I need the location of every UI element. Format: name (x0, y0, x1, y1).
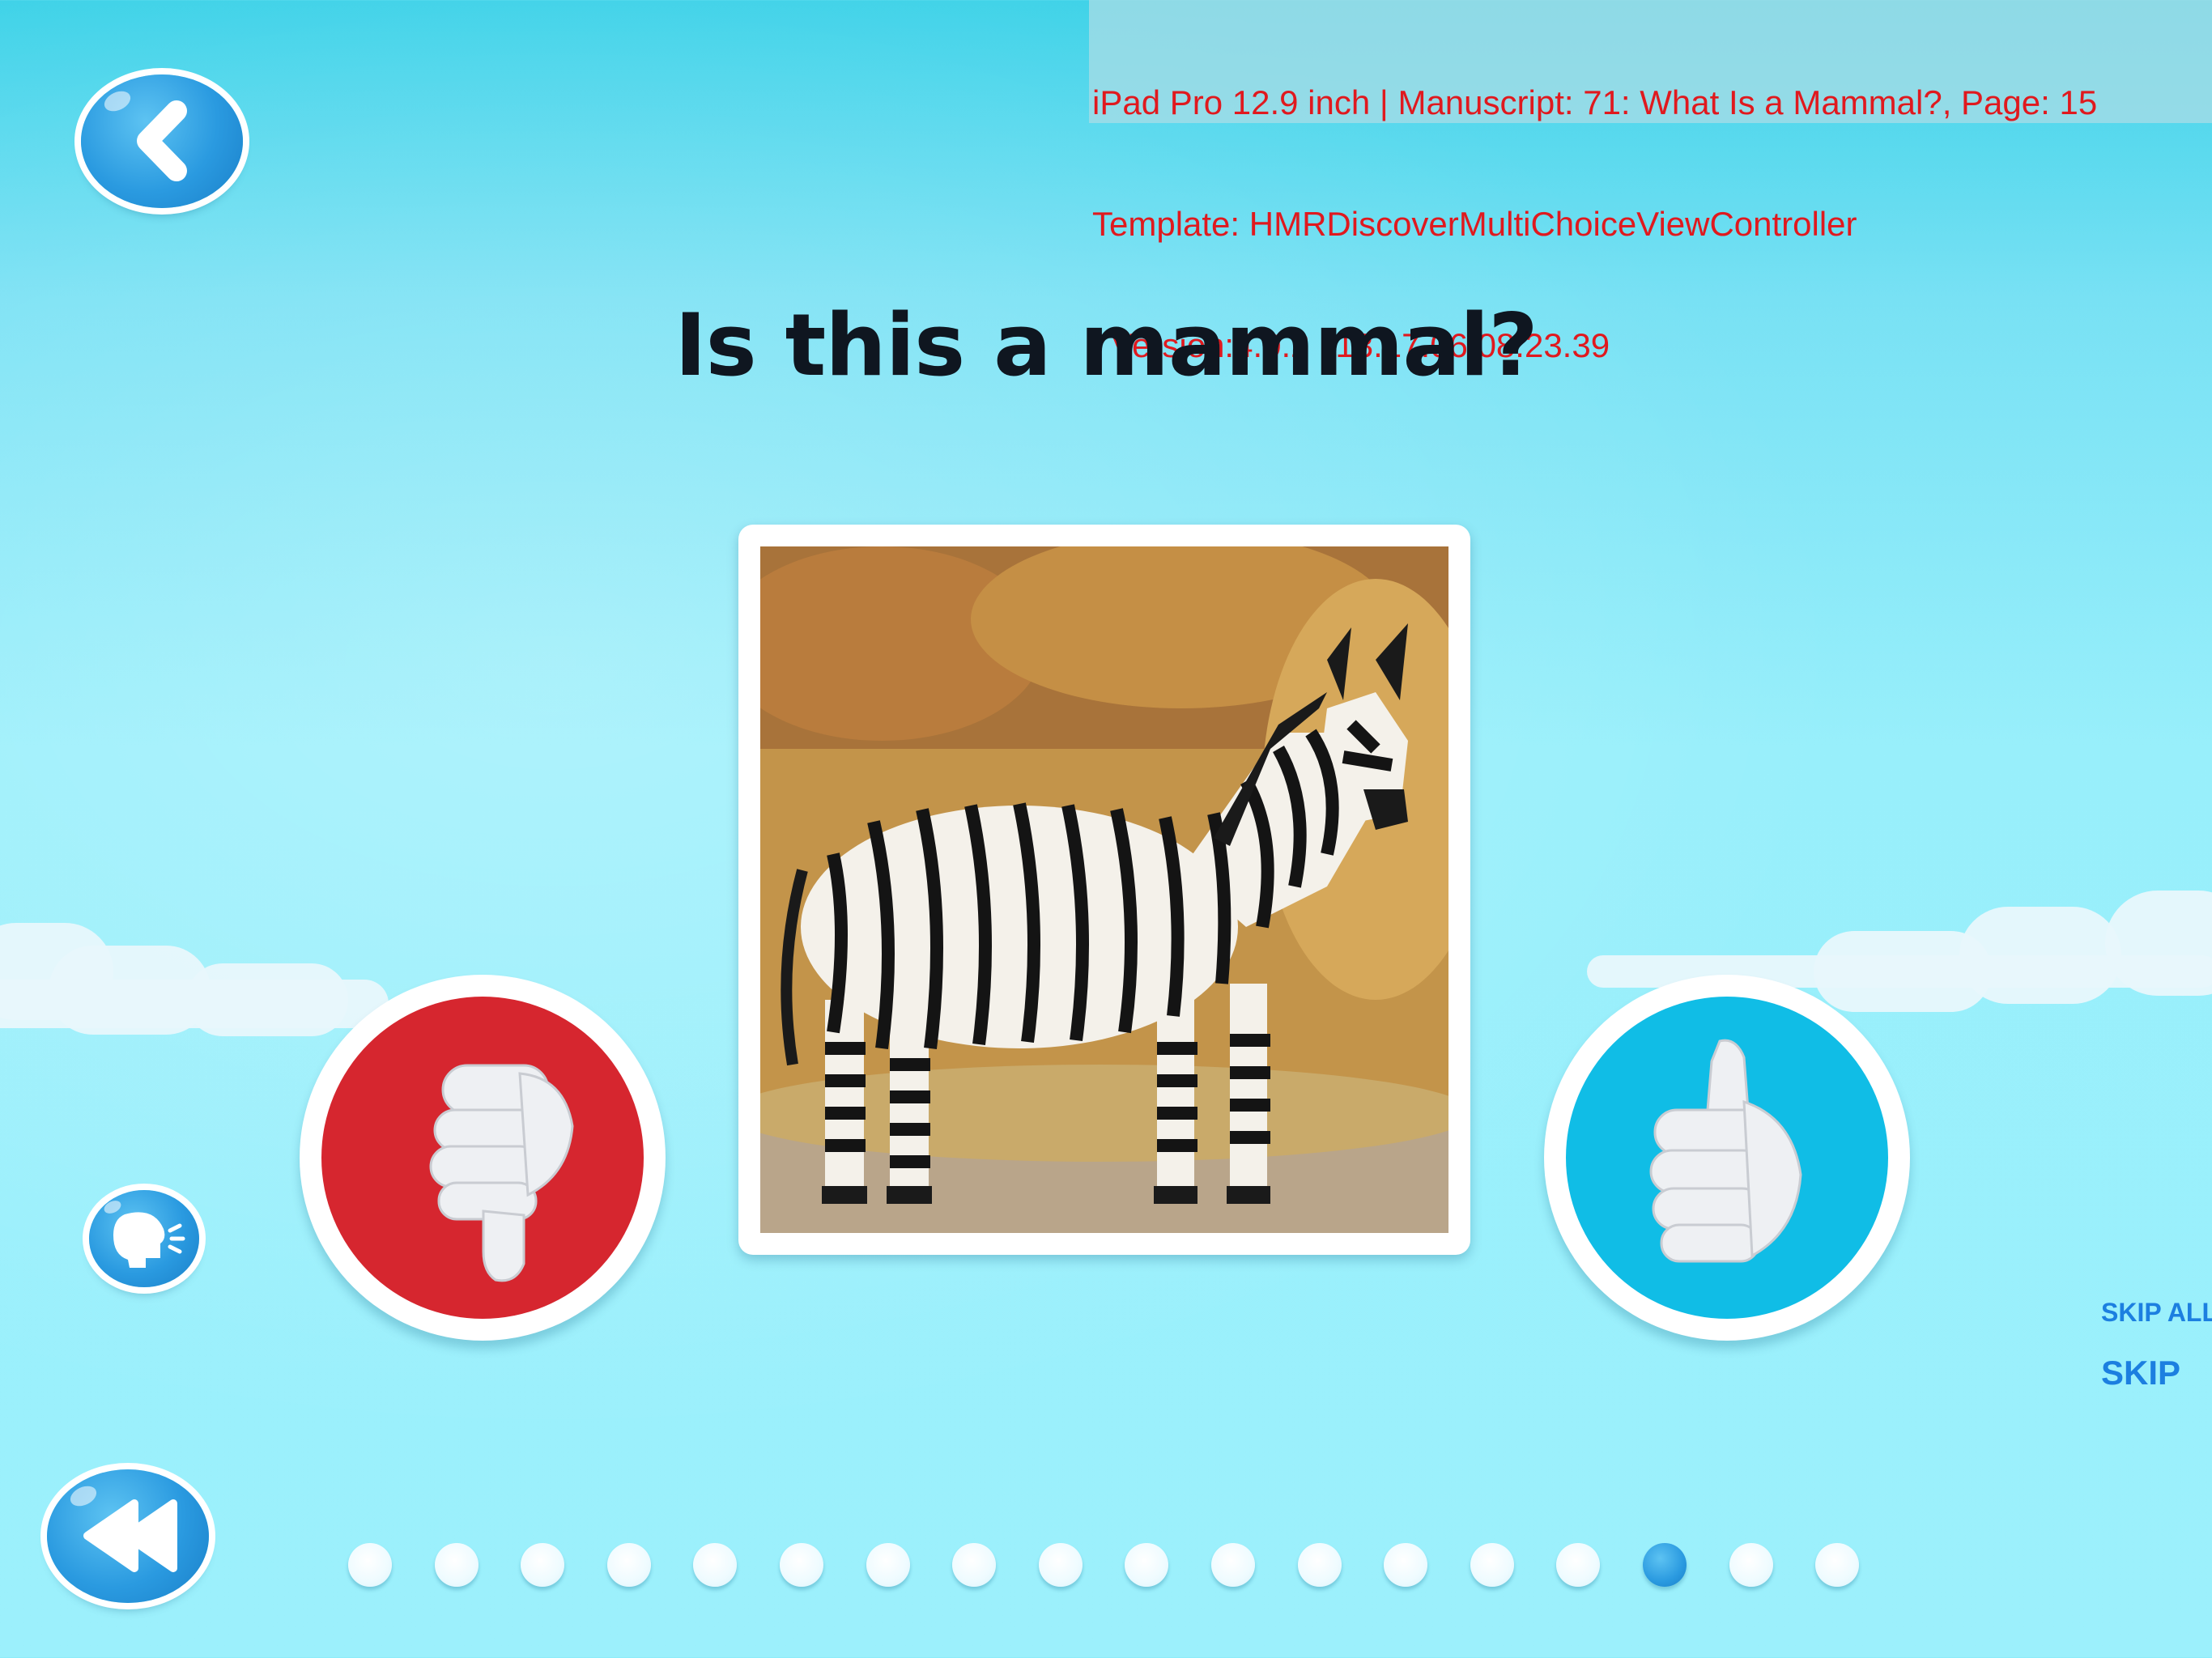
page-dot[interactable] (866, 1543, 910, 1587)
page-dot[interactable] (952, 1543, 997, 1587)
photo-card (738, 525, 1470, 1255)
no-answer-button[interactable] (300, 975, 666, 1341)
yes-answer-fill (1566, 997, 1888, 1319)
page-dot[interactable] (1815, 1543, 1860, 1587)
zebra-image (760, 546, 1448, 1233)
rewind-button[interactable] (47, 1469, 209, 1603)
read-aloud-button[interactable] (89, 1190, 199, 1287)
page-dot[interactable] (348, 1543, 392, 1587)
no-answer-fill (321, 997, 644, 1319)
page-dot-current[interactable] (1643, 1543, 1687, 1587)
debug-info-banner: iPad Pro 12.9 inch | Manuscript: 71: Wha… (1089, 0, 2212, 364)
page-dot[interactable] (1729, 1543, 1773, 1587)
skip-link[interactable]: SKIP (2101, 1354, 2180, 1392)
debug-line-device: iPad Pro 12.9 inch | Manuscript: 71: Wha… (1092, 83, 2098, 121)
yes-answer-button[interactable] (1544, 975, 1910, 1341)
page-dot[interactable] (521, 1543, 565, 1587)
page-dot[interactable] (1211, 1543, 1255, 1587)
page-dot[interactable] (1384, 1543, 1428, 1587)
thumbs-up-icon (1649, 1039, 1802, 1263)
page-dot[interactable] (780, 1543, 823, 1587)
page-dot[interactable] (434, 1543, 479, 1587)
page-dot[interactable] (1125, 1543, 1169, 1587)
debug-line-template: Template: HMRDiscoverMultiChoiceViewCont… (1092, 205, 1857, 243)
page-dot[interactable] (1556, 1543, 1601, 1587)
question-title: Is this a mammal? (674, 295, 1538, 395)
thumbs-down-icon (429, 1064, 574, 1282)
rewind-icon (83, 1499, 177, 1572)
back-button[interactable] (81, 74, 243, 208)
page-dot[interactable] (1038, 1543, 1083, 1587)
zebra-photo (760, 546, 1448, 1233)
page-dot[interactable] (693, 1543, 738, 1587)
skip-all-link[interactable]: SKIP ALL (2101, 1298, 2212, 1328)
page-dot[interactable] (606, 1543, 651, 1587)
speaking-head-icon (113, 1212, 185, 1268)
chevron-left-icon (137, 100, 187, 181)
page-dot[interactable] (1297, 1543, 1342, 1587)
page-dot[interactable] (1470, 1543, 1514, 1587)
